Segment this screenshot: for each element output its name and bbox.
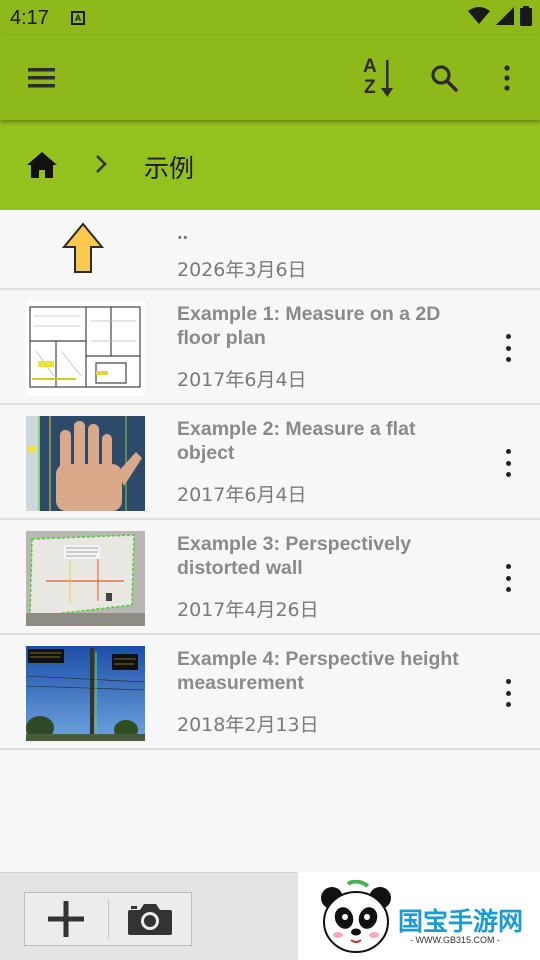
status-bar: 4:17 A [0, 0, 540, 36]
chevron-right-icon [96, 155, 107, 173]
app-bar: A Z [0, 36, 540, 120]
bottom-toolbar [0, 872, 298, 960]
notification-icon: A [71, 11, 85, 25]
plus-icon [48, 901, 85, 937]
parent-folder-row[interactable]: .. 2026年3月6日 [0, 210, 540, 290]
breadcrumb: 示例 [0, 120, 540, 210]
file-date: 2017年4月26日 [177, 599, 319, 621]
file-title: Example 2: Measure a flat object [177, 418, 416, 464]
sort-letter-a: A [363, 56, 377, 77]
up-arrow-icon [62, 222, 104, 273]
watermark: 国宝手游网 - WWW.GB315.COM - [298, 872, 540, 960]
file-row-example-1[interactable]: Example 1: Measure on a 2D floor plan 20… [0, 290, 540, 405]
file-row-example-4[interactable]: Example 4: Perspective height measuremen… [0, 635, 540, 750]
panda-logo-icon [321, 880, 391, 953]
file-menu-button[interactable] [496, 443, 520, 483]
menu-icon [28, 68, 55, 88]
thumbnail-hand [26, 416, 145, 511]
search-icon [431, 65, 458, 92]
file-menu-button[interactable] [496, 558, 520, 598]
watermark-text: 国宝手游网 [398, 907, 524, 936]
file-row-example-2[interactable]: Example 2: Measure a flat object 2017年6月… [0, 405, 540, 520]
parent-folder-name: .. [177, 222, 189, 244]
more-vert-icon [504, 65, 510, 91]
file-menu-button[interactable] [496, 328, 520, 368]
parent-folder-date: 2026年3月6日 [177, 259, 307, 281]
file-title: Example 1: Measure on a 2D floor plan [177, 303, 441, 349]
sort-button[interactable]: A Z [354, 54, 402, 102]
battery-icon [520, 6, 532, 26]
watermark-url: - WWW.GB315.COM - [410, 935, 500, 945]
camera-button[interactable] [109, 893, 192, 945]
file-date: 2018年2月13日 [177, 714, 319, 736]
more-options-button[interactable] [483, 54, 531, 102]
status-time: 4:17 [10, 7, 49, 29]
camera-icon [127, 904, 172, 935]
thumbnail-floor-plan [26, 301, 145, 396]
add-button[interactable] [25, 893, 108, 945]
file-menu-button[interactable] [496, 673, 520, 713]
file-row-example-3[interactable]: Example 3: Perspectively distorted wall … [0, 520, 540, 635]
breadcrumb-current[interactable]: 示例 [144, 149, 194, 185]
file-date: 2017年6月4日 [177, 369, 307, 391]
status-indicators [468, 6, 532, 26]
sort-alpha-icon: A Z [358, 56, 398, 100]
menu-button[interactable] [18, 54, 66, 102]
home-icon[interactable] [26, 151, 58, 179]
search-button[interactable] [420, 54, 468, 102]
file-date: 2017年6月4日 [177, 484, 307, 506]
file-title: Example 3: Perspectively distorted wall [177, 533, 412, 579]
wifi-icon [468, 7, 490, 24]
signal-icon [496, 7, 514, 25]
sort-letter-z: Z [364, 77, 376, 98]
file-title: Example 4: Perspective height measuremen… [177, 648, 459, 694]
file-list: .. 2026年3月6日 Example 1: Measure on a 2D … [0, 210, 540, 750]
tool-group [24, 892, 192, 946]
thumbnail-wall [26, 531, 145, 626]
thumbnail-pole [26, 646, 145, 741]
